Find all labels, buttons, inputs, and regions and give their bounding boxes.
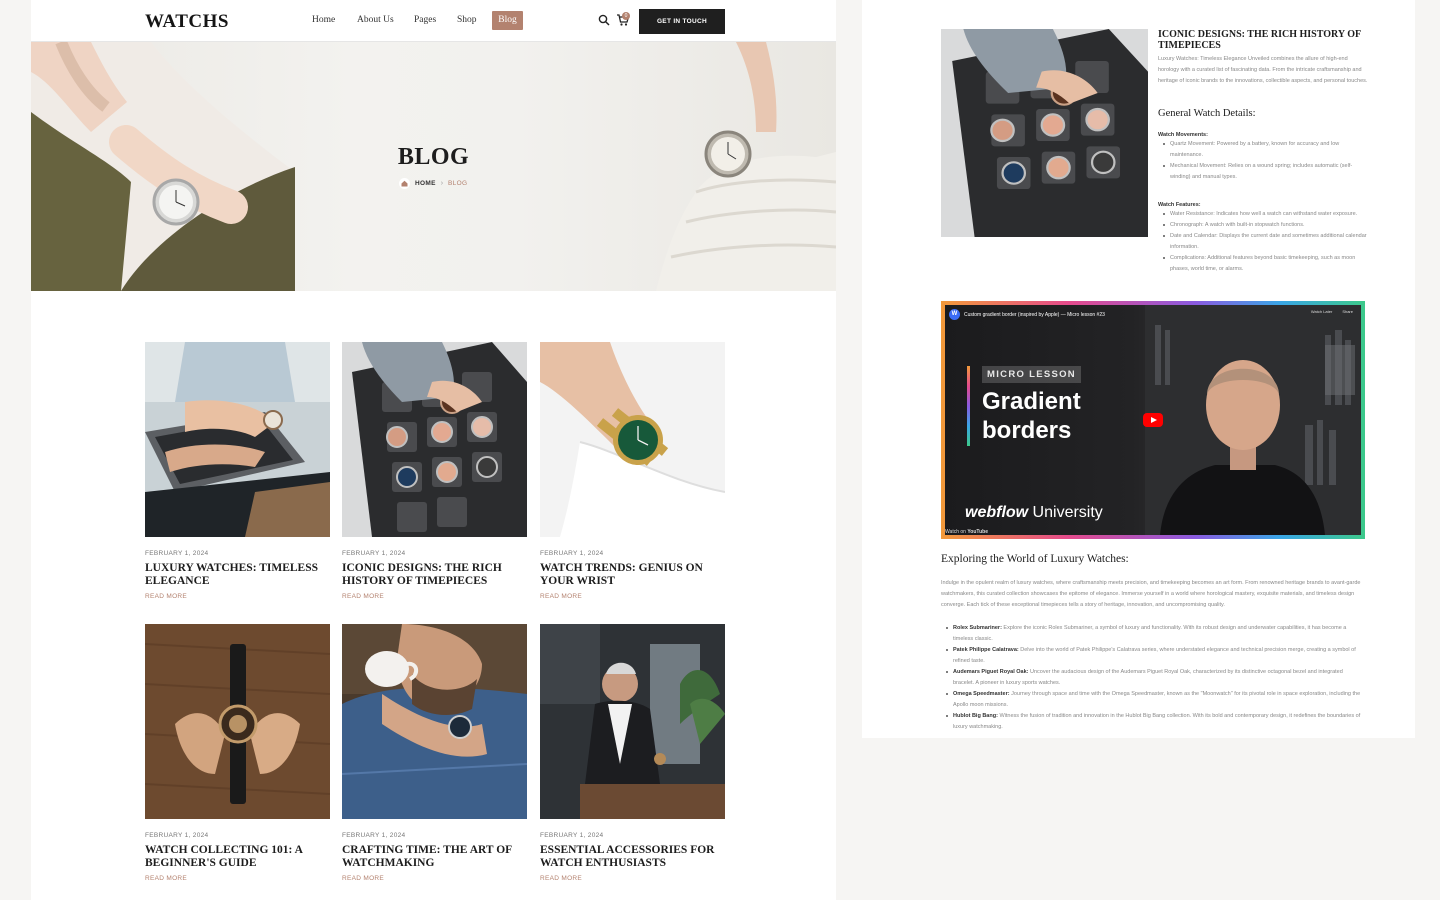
nav-about-us[interactable]: About Us <box>357 15 394 25</box>
search-icon[interactable] <box>598 14 610 26</box>
post-thumbnail-watch-box[interactable] <box>342 342 527 537</box>
post-thumbnail-coffee-denim[interactable] <box>342 624 527 819</box>
post-date: FEBRUARY 1, 2024 <box>145 550 209 557</box>
list-item: Audemars Piguet Royal Oak: Uncover the a… <box>941 667 1365 689</box>
watch-features-section: Watch Features: Water Resistance: Indica… <box>1158 202 1368 275</box>
brand-text: Explore the iconic Rolex Submariner, a s… <box>953 625 1347 642</box>
webflow-university-wordmark: webflow University <box>965 504 1103 522</box>
post-intro-text: Luxury Watches: Timeless Elegance Unveil… <box>1158 56 1368 84</box>
video-headline-line-2: borders <box>982 417 1072 444</box>
post-title[interactable]: ESSENTIAL ACCESSORIES FOR WATCH ENTHUSIA… <box>540 844 725 870</box>
nav-home[interactable]: Home <box>312 15 335 25</box>
nav-blog-active[interactable]: Blog <box>492 11 523 30</box>
youtube-logo: YouTube <box>967 529 988 535</box>
read-more-link[interactable]: READ MORE <box>540 593 725 600</box>
video-title[interactable]: Custom gradient border (inspired by Appl… <box>964 312 1105 318</box>
site-logo[interactable]: WATCHS <box>145 11 229 33</box>
video-player[interactable]: W Custom gradient border (inspired by Ap… <box>945 305 1361 535</box>
watch-on-label: Watch on <box>945 529 966 535</box>
video-embed[interactable]: W Custom gradient border (inspired by Ap… <box>941 301 1365 539</box>
explore-heading: Exploring the World of Luxury Watches: <box>941 553 1129 565</box>
page-title: BLOG <box>397 144 470 170</box>
list-item: Mechanical Movement: Relies on a wound s… <box>1158 161 1368 183</box>
watch-later-button[interactable]: Watch Later <box>1311 309 1332 314</box>
video-headline-line-1: Gradient <box>982 388 1081 415</box>
general-details-heading: General Watch Details: <box>1158 108 1256 119</box>
get-in-touch-button[interactable]: GET IN TOUCH <box>639 9 725 34</box>
gradient-accent-bar <box>967 366 970 446</box>
post-title[interactable]: ICONIC DESIGNS: THE RICH HISTORY OF TIME… <box>342 562 527 588</box>
post-title[interactable]: WATCH TRENDS: GENIUS ON YOUR WRIST <box>540 562 725 588</box>
brand-list: Rolex Submariner: Explore the iconic Rol… <box>941 623 1365 733</box>
video-controls: Watch Later Share <box>1311 309 1353 314</box>
brand-name: Audemars Piguet Royal Oak: <box>953 669 1029 675</box>
read-more-link[interactable]: READ MORE <box>342 593 527 600</box>
nav-pages[interactable]: Pages <box>414 15 436 25</box>
post-date: FEBRUARY 1, 2024 <box>342 550 406 557</box>
brand-rest: University <box>1028 504 1103 521</box>
brand-text: Witness the fusion of tradition and inno… <box>953 713 1361 730</box>
post-title[interactable]: CRAFTING TIME: THE ART OF WATCHMAKING <box>342 844 527 870</box>
post-date: FEBRUARY 1, 2024 <box>540 832 604 839</box>
explore-body-text: Indulge in the opulent realm of luxury w… <box>941 580 1361 608</box>
blog-card[interactable]: FEBRUARY 1, 2024 CRAFTING TIME: THE ART … <box>342 624 527 882</box>
post-thumbnail-watchmaker[interactable] <box>540 624 725 819</box>
list-item: Date and Calendar: Displays the current … <box>1158 231 1368 253</box>
watch-movements-heading: Watch Movements: <box>1158 132 1208 138</box>
webflow-channel-icon[interactable]: W <box>949 309 960 320</box>
blog-card[interactable]: FEBRUARY 1, 2024 LUXURY WATCHES: TIMELES… <box>145 342 330 600</box>
cart-count-badge: 0 <box>622 12 630 20</box>
blog-card[interactable]: FEBRUARY 1, 2024 WATCH COLLECTING 101: A… <box>145 624 330 882</box>
blog-page: WATCHS Home About Us Pages Shop Blog 0 G… <box>31 0 836 900</box>
watch-on-youtube-link[interactable]: Watch on YouTube <box>945 529 988 535</box>
list-item: Hublot Big Bang: Witness the fusion of t… <box>941 711 1365 733</box>
post-title[interactable]: LUXURY WATCHES: TIMELESS ELEGANCE <box>145 562 330 588</box>
brand-text: Journey through space and time with the … <box>953 691 1361 708</box>
watch-movements-section: Watch Movements: Quartz Movement: Powere… <box>1158 132 1368 183</box>
list-item: Water Resistance: Indicates how well a w… <box>1158 209 1368 220</box>
page-hero: BLOG HOME › BLOG <box>31 42 836 291</box>
post-thumbnail-wood-table[interactable] <box>145 624 330 819</box>
post-title[interactable]: WATCH COLLECTING 101: A BEGINNER'S GUIDE <box>145 844 330 870</box>
list-item: Rolex Submariner: Explore the iconic Rol… <box>941 623 1365 645</box>
post-detail-title: ICONIC DESIGNS: THE RICH HISTORY OF TIME… <box>1158 29 1361 51</box>
read-more-link[interactable]: READ MORE <box>145 593 330 600</box>
post-date: FEBRUARY 1, 2024 <box>540 550 604 557</box>
read-more-link[interactable]: READ MORE <box>342 875 527 882</box>
read-more-link[interactable]: READ MORE <box>540 875 725 882</box>
breadcrumb: HOME › BLOG <box>399 178 467 189</box>
post-date: FEBRUARY 1, 2024 <box>342 832 406 839</box>
list-item: Quartz Movement: Powered by a battery, k… <box>1158 139 1368 161</box>
brand-name: Patek Philippe Calatrava: <box>953 647 1019 653</box>
read-more-link[interactable]: READ MORE <box>145 875 330 882</box>
post-thumbnail-green-watch[interactable] <box>540 342 725 537</box>
micro-lesson-badge: MICRO LESSON <box>982 366 1081 383</box>
chevron-right-icon: › <box>440 180 444 187</box>
brand-bold: webflow <box>965 504 1029 521</box>
list-item: Chronograph: A watch with built-in stopw… <box>1158 220 1368 231</box>
brand-name: Rolex Submariner: <box>953 625 1002 631</box>
video-header: W Custom gradient border (inspired by Ap… <box>949 309 1105 320</box>
breadcrumb-home-link[interactable]: HOME <box>415 180 436 187</box>
watch-features-heading: Watch Features: <box>1158 202 1201 208</box>
post-featured-image <box>941 29 1148 237</box>
list-item: Omega Speedmaster: Journey through space… <box>941 689 1365 711</box>
youtube-play-icon[interactable] <box>1143 413 1163 427</box>
home-icon[interactable] <box>399 178 410 189</box>
blog-card[interactable]: FEBRUARY 1, 2024 ESSENTIAL ACCESSORIES F… <box>540 624 725 882</box>
breadcrumb-current: BLOG <box>448 180 468 187</box>
blog-card[interactable]: FEBRUARY 1, 2024 WATCH TRENDS: GENIUS ON… <box>540 342 725 600</box>
blog-detail-page: ICONIC DESIGNS: THE RICH HISTORY OF TIME… <box>862 0 1415 738</box>
brand-name: Hublot Big Bang: <box>953 713 998 719</box>
video-headline: Gradient borders <box>982 387 1142 445</box>
brand-name: Omega Speedmaster: <box>953 691 1010 697</box>
blog-card[interactable]: FEBRUARY 1, 2024 ICONIC DESIGNS: THE RIC… <box>342 342 527 600</box>
site-header: WATCHS Home About Us Pages Shop Blog 0 G… <box>31 0 836 42</box>
post-thumbnail-laptop[interactable] <box>145 342 330 537</box>
list-item: Complications: Additional features beyon… <box>1158 253 1368 275</box>
nav-shop[interactable]: Shop <box>457 15 477 25</box>
list-item: Patek Philippe Calatrava: Delve into the… <box>941 645 1365 667</box>
share-button[interactable]: Share <box>1342 309 1353 314</box>
post-date: FEBRUARY 1, 2024 <box>145 832 209 839</box>
